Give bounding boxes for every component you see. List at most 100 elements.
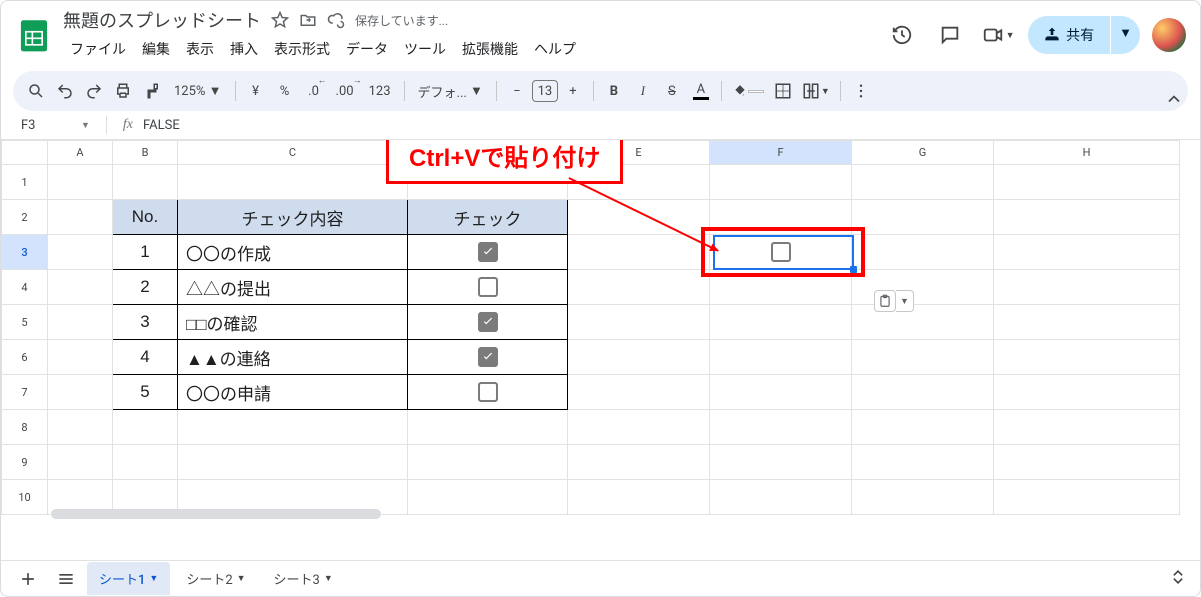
col-header-H[interactable]: H <box>994 141 1180 165</box>
table-cell[interactable]: 2 <box>113 270 178 305</box>
menu-extensions[interactable]: 拡張機能 <box>455 35 525 63</box>
checkbox-unchecked-icon[interactable] <box>478 277 498 297</box>
checkbox-unchecked-icon[interactable] <box>478 382 498 402</box>
format-currency[interactable]: ¥ <box>243 77 269 105</box>
menu-format[interactable]: 表示形式 <box>267 35 337 63</box>
table-header-no[interactable]: No. <box>113 200 178 235</box>
zoom-dropdown[interactable]: 125% ▼ <box>168 77 228 105</box>
text-color-button[interactable]: A <box>688 77 714 105</box>
comment-icon[interactable] <box>932 17 968 53</box>
paint-format-icon[interactable] <box>139 77 165 105</box>
undo-icon[interactable] <box>52 77 78 105</box>
history-icon[interactable] <box>884 17 920 53</box>
italic-button[interactable]: I <box>630 77 656 105</box>
row-header-3[interactable]: 3 <box>2 235 48 270</box>
redo-icon[interactable] <box>81 77 107 105</box>
menu-tools[interactable]: ツール <box>397 35 453 63</box>
formula-input[interactable]: FALSE <box>143 118 180 133</box>
paste-options-icon[interactable] <box>874 290 896 312</box>
share-dropdown[interactable]: ▼ <box>1111 16 1140 54</box>
row-header-4[interactable]: 4 <box>2 270 48 305</box>
table-cell[interactable]: 3 <box>113 305 178 340</box>
table-cell-checkbox[interactable] <box>408 270 568 305</box>
more-formats[interactable]: 123 <box>363 77 397 105</box>
row-header-10[interactable]: 10 <box>2 480 48 515</box>
row-header-2[interactable]: 2 <box>2 200 48 235</box>
all-sheets-icon[interactable] <box>49 564 83 594</box>
strike-button[interactable]: S <box>659 77 685 105</box>
table-cell[interactable]: 〇〇の申請 <box>178 375 408 410</box>
more-toolbar-icon[interactable] <box>848 77 874 105</box>
menu-edit[interactable]: 編集 <box>135 35 177 63</box>
decrease-decimal[interactable]: .0← <box>301 77 327 105</box>
merge-cells-button[interactable]: ▼ <box>799 77 833 105</box>
chevron-down-icon[interactable]: ▼ <box>324 573 333 584</box>
collapse-toolbar-icon[interactable] <box>1161 86 1187 112</box>
borders-button[interactable] <box>770 77 796 105</box>
font-family[interactable]: デフォ... ▼ <box>412 77 489 105</box>
increase-decimal[interactable]: .00→ <box>330 77 360 105</box>
font-size-increase[interactable]: + <box>560 77 586 105</box>
col-header-F[interactable]: F <box>710 141 852 165</box>
font-size-decrease[interactable]: − <box>504 77 530 105</box>
add-sheet-icon[interactable] <box>11 564 45 594</box>
table-cell-checkbox[interactable] <box>408 340 568 375</box>
menu-file[interactable]: ファイル <box>63 35 133 63</box>
search-icon[interactable] <box>23 77 49 105</box>
table-cell-checkbox[interactable] <box>408 235 568 270</box>
checkbox-checked-icon[interactable] <box>478 312 498 332</box>
chevron-down-icon[interactable]: ▼ <box>237 573 246 584</box>
horizontal-scrollbar[interactable] <box>47 507 1182 521</box>
col-header-B[interactable]: B <box>113 141 178 165</box>
sheets-logo-icon[interactable] <box>15 16 53 54</box>
format-percent[interactable]: % <box>272 77 298 105</box>
name-box[interactable]: F3 <box>13 118 71 133</box>
print-icon[interactable] <box>110 77 136 105</box>
spreadsheet-grid[interactable]: A B C D E F G H 1 2 No. チェック内容 チェック 3 1 … <box>1 140 1200 560</box>
bold-button[interactable]: B <box>601 77 627 105</box>
account-avatar[interactable] <box>1152 18 1186 52</box>
table-cell[interactable]: □□の確認 <box>178 305 408 340</box>
row-header-9[interactable]: 9 <box>2 445 48 480</box>
table-cell[interactable]: 〇〇の作成 <box>178 235 408 270</box>
table-cell[interactable]: 4 <box>113 340 178 375</box>
table-cell-checkbox[interactable] <box>408 305 568 340</box>
checkbox-checked-icon[interactable] <box>478 242 498 262</box>
star-icon[interactable] <box>271 11 289 29</box>
sheet-tab-2[interactable]: シート2▼ <box>174 562 257 595</box>
sheet-tab-1[interactable]: シート1▼ <box>87 562 170 595</box>
row-header-6[interactable]: 6 <box>2 340 48 375</box>
document-title[interactable]: 無題のスプレッドシート <box>63 7 261 33</box>
table-header-content[interactable]: チェック内容 <box>178 200 408 235</box>
row-header-8[interactable]: 8 <box>2 410 48 445</box>
share-button[interactable]: 共有 <box>1028 16 1110 54</box>
sheet-tab-3[interactable]: シート3▼ <box>262 562 345 595</box>
chevron-down-icon[interactable]: ▼ <box>149 573 158 584</box>
row-header-5[interactable]: 5 <box>2 305 48 340</box>
paste-options-dropdown[interactable]: ▼ <box>896 290 914 312</box>
menu-insert[interactable]: 挿入 <box>223 35 265 63</box>
col-header-G[interactable]: G <box>852 141 994 165</box>
fill-color-button[interactable] <box>729 77 767 105</box>
explore-icon[interactable] <box>1164 563 1192 591</box>
row-header-1[interactable]: 1 <box>2 165 48 200</box>
menu-data[interactable]: データ <box>339 35 395 63</box>
table-cell[interactable]: △△の提出 <box>178 270 408 305</box>
table-cell[interactable]: 5 <box>113 375 178 410</box>
select-all-corner[interactable] <box>2 141 48 165</box>
menu-view[interactable]: 表示 <box>179 35 221 63</box>
table-cell[interactable]: 1 <box>113 235 178 270</box>
table-header-check[interactable]: チェック <box>408 200 568 235</box>
checkbox-checked-icon[interactable] <box>478 347 498 367</box>
col-header-A[interactable]: A <box>48 141 113 165</box>
cloud-status-icon[interactable] <box>327 11 345 29</box>
table-cell[interactable]: ▲▲の連絡 <box>178 340 408 375</box>
namebox-dropdown-icon[interactable]: ▼ <box>81 120 90 131</box>
table-cell-checkbox[interactable] <box>408 375 568 410</box>
move-folder-icon[interactable] <box>299 11 317 29</box>
row-header-7[interactable]: 7 <box>2 375 48 410</box>
col-header-C[interactable]: C <box>178 141 408 165</box>
meet-icon[interactable]: ▼ <box>980 17 1016 53</box>
font-size-input[interactable]: 13 <box>532 80 558 102</box>
menu-help[interactable]: ヘルプ <box>527 35 583 63</box>
